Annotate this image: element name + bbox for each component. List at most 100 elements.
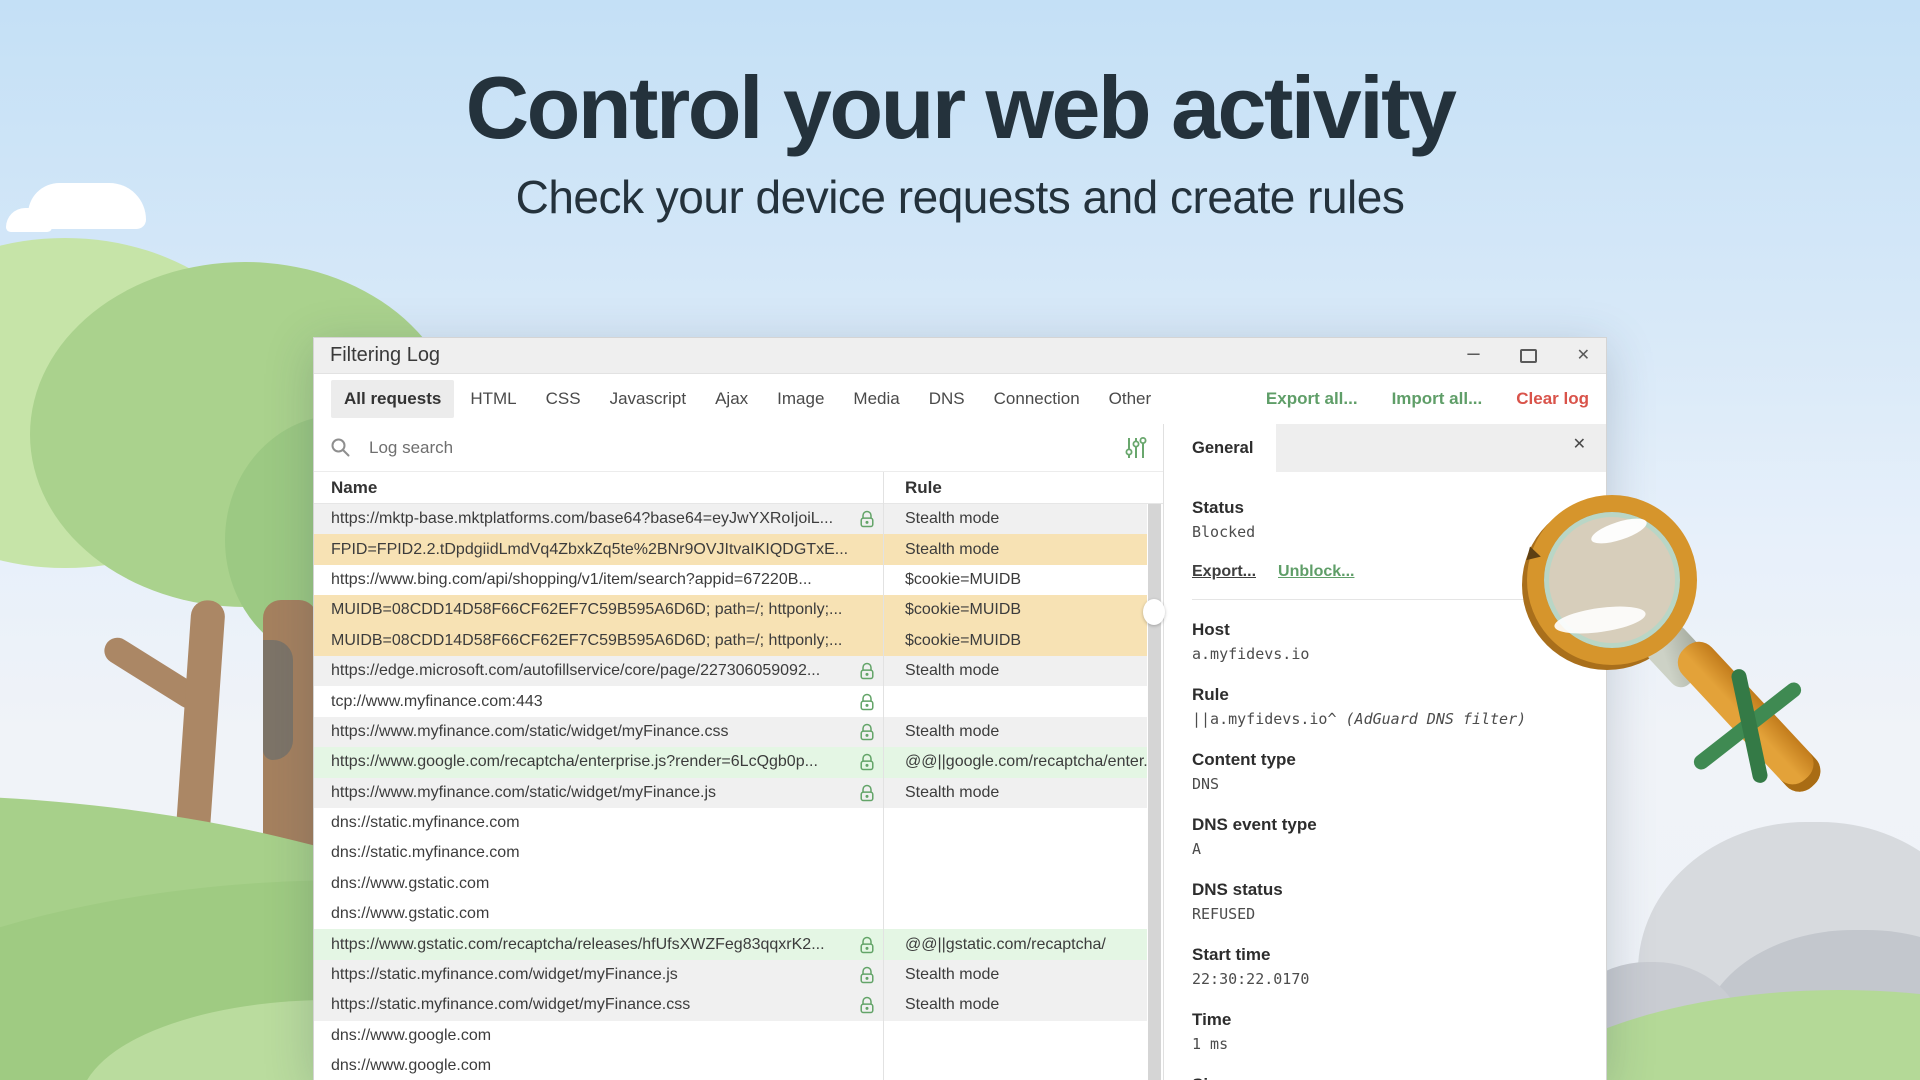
tab-all-requests[interactable]: All requests [331,380,454,418]
unblock-link[interactable]: Unblock... [1278,563,1354,581]
tab-ajax[interactable]: Ajax [702,380,761,418]
table-row[interactable]: https://static.myfinance.com/widget/myFi… [314,990,1147,1020]
tab-css[interactable]: CSS [533,380,594,418]
table-row[interactable]: https://edge.microsoft.com/autofillservi… [314,656,1147,686]
request-url: dns://www.google.com [331,1057,875,1075]
detail-field-content-type: Content typeDNS [1192,750,1578,793]
scrollbar-track[interactable] [1148,504,1161,1080]
table-row[interactable]: https://www.google.com/recaptcha/enterpr… [314,747,1147,777]
minimize-icon[interactable]: – [1467,342,1479,364]
maximize-icon[interactable] [1520,349,1537,363]
lock-icon [859,995,875,1015]
detail-field-dns-event-type: DNS event typeA [1192,815,1578,858]
lock-icon [859,783,875,803]
request-url: dns://www.gstatic.com [331,875,875,893]
import-all-button[interactable]: Import all... [1392,389,1483,409]
tab-image[interactable]: Image [764,380,837,418]
table-row[interactable]: https://mktp-base.mktplatforms.com/base6… [314,504,1147,534]
detail-label: Time [1192,1010,1578,1030]
request-url: https://www.myfinance.com/static/widget/… [331,723,859,741]
lock-icon [859,935,875,955]
request-name-cell: dns://www.google.com [314,1027,883,1045]
details-tabstrip: General ✕ [1164,424,1606,472]
detail-value: 22:30:22.0170 [1192,970,1578,988]
table-row[interactable]: FPID=FPID2.2.tDpdgiidLmdVq4ZbxkZq5te%2BN… [314,534,1147,564]
table-row[interactable]: dns://static.myfinance.com [314,838,1147,868]
request-url: MUIDB=08CDD14D58F66CF62EF7C59B595A6D6D; … [331,601,875,619]
table-row[interactable]: https://www.gstatic.com/recaptcha/releas… [314,929,1147,959]
lock-icon [859,692,875,712]
page-subtitle: Check your device requests and create ru… [0,170,1920,224]
table-row[interactable]: dns://www.google.com [314,1021,1147,1051]
lock-icon [859,509,875,529]
window-title: Filtering Log [330,344,440,367]
request-url: https://www.google.com/recaptcha/enterpr… [331,753,859,771]
detail-label: Start time [1192,945,1578,965]
tab-other[interactable]: Other [1096,380,1165,418]
request-name-cell: https://www.myfinance.com/static/widget/… [314,722,883,742]
table-row[interactable]: dns://www.gstatic.com [314,899,1147,929]
detail-value: ||a.myfidevs.io^ (AdGuard DNS filter) [1192,710,1578,728]
request-table-body: https://mktp-base.mktplatforms.com/base6… [314,504,1147,1080]
request-rule-cell: Stealth mode [883,723,1147,741]
detail-field-status: Status Blocked [1192,498,1578,541]
detail-value: Blocked [1192,523,1578,541]
hero-section: Control your web activity Check your dev… [0,62,1920,224]
request-url: https://www.bing.com/api/shopping/v1/ite… [331,571,875,589]
details-divider [1192,599,1578,600]
window-content: Log search Name Rule [314,424,1606,1080]
log-search-input[interactable]: Log search [314,424,1163,472]
tab-connection[interactable]: Connection [981,380,1093,418]
table-row[interactable]: tcp://www.myfinance.com:443 [314,686,1147,716]
detail-field-host: Hosta.myfidevs.io [1192,620,1578,663]
request-details-pane: General ✕ Status Blocked Export... Unblo… [1164,424,1606,1080]
tab-general[interactable]: General [1164,424,1276,472]
detail-fields: Hosta.myfidevs.io Rule ||a.myfidevs.io^ (A… [1192,620,1578,1080]
detail-label: DNS status [1192,880,1578,900]
tab-html[interactable]: HTML [457,380,529,418]
filter-tabs: All requestsHTMLCSSJavascriptAjaxImageMe… [331,380,1167,418]
request-url: https://static.myfinance.com/widget/myFi… [331,966,859,984]
lock-icon [859,965,875,985]
table-row[interactable]: https://static.myfinance.com/widget/myFi… [314,960,1147,990]
table-row[interactable]: dns://static.myfinance.com [314,808,1147,838]
detail-field-start-time: Start time 22:30:22.0170 [1192,945,1578,988]
detail-field-dns-status: DNS statusREFUSED [1192,880,1578,923]
search-icon [330,437,351,458]
table-header: Name Rule [314,472,1163,504]
request-rule-cell: Stealth mode [883,510,1147,528]
detail-value-note: (AdGuard DNS filter) [1337,710,1527,728]
request-url: https://static.myfinance.com/widget/myFi… [331,996,859,1014]
request-url: dns://www.gstatic.com [331,905,875,923]
table-row[interactable]: dns://www.google.com [314,1051,1147,1080]
promo-screenshot: Control your web activity Check your dev… [0,0,1920,1080]
scrollbar-thumb[interactable] [1143,599,1165,625]
column-header-name[interactable]: Name [314,478,883,498]
table-row[interactable]: https://www.bing.com/api/shopping/v1/ite… [314,565,1147,595]
request-name-cell: https://static.myfinance.com/widget/myFi… [314,965,883,985]
request-list-pane: Log search Name Rule [314,424,1164,1080]
table-row[interactable]: MUIDB=08CDD14D58F66CF62EF7C59B595A6D6D; … [314,595,1147,625]
clear-log-button[interactable]: Clear log [1516,389,1589,409]
column-divider [883,472,884,1080]
tab-dns[interactable]: DNS [916,380,978,418]
table-row[interactable]: https://www.myfinance.com/static/widget/… [314,717,1147,747]
table-row[interactable]: dns://www.gstatic.com [314,869,1147,899]
detail-label: Rule [1192,685,1578,705]
export-link[interactable]: Export... [1192,563,1256,581]
lock-icon [859,661,875,681]
table-row[interactable]: MUIDB=08CDD14D58F66CF62EF7C59B595A6D6D; … [314,626,1147,656]
detail-value: 1 ms [1192,1035,1578,1053]
tab-media[interactable]: Media [840,380,912,418]
filter-settings-button[interactable] [1125,436,1147,460]
table-row[interactable]: https://www.myfinance.com/static/widget/… [314,778,1147,808]
tab-javascript[interactable]: Javascript [597,380,700,418]
search-placeholder: Log search [369,438,453,458]
details-close-icon[interactable]: ✕ [1573,437,1586,453]
close-icon[interactable]: ✕ [1577,348,1590,364]
request-name-cell: tcp://www.myfinance.com:443 [314,692,883,712]
export-all-button[interactable]: Export all... [1266,389,1358,409]
column-header-rule[interactable]: Rule [883,478,942,498]
request-url: MUIDB=08CDD14D58F66CF62EF7C59B595A6D6D; … [331,632,875,650]
tree-trunk-patch [263,640,293,760]
